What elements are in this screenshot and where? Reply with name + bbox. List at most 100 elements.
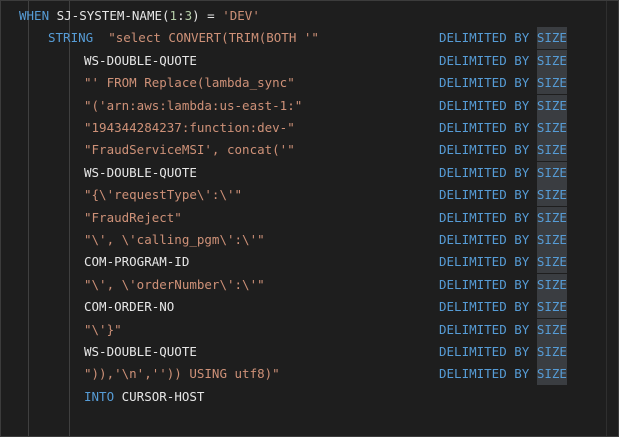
keyword-size-selected: SIZE — [536, 161, 567, 184]
code-line[interactable]: WS-DOUBLE-QUOTE DELIMITED BY SIZE — [1, 341, 618, 363]
keyword-by: BY — [514, 52, 530, 68]
code-line[interactable]: "FraudServiceMSI', concat('" DELIMITED BY… — [1, 139, 618, 162]
delimited-by-size: DELIMITED BY SIZE — [439, 273, 567, 296]
delimited-by-size: DELIMITED BY SIZE — [439, 161, 567, 184]
code-line[interactable]: "('arn:aws:lambda:us-east-1:" DELIMITED B… — [1, 94, 618, 117]
keyword-by: BY — [514, 97, 530, 113]
keyword-size-selected: SIZE — [536, 49, 567, 72]
keyword-by: BY — [514, 142, 530, 158]
code-editor[interactable]: WHEN SJ-SYSTEM-NAME(1:3) = 'DEV' STRING "… — [0, 0, 619, 437]
keyword-size-selected: SIZE — [536, 184, 567, 207]
keyword-delimited: DELIMITED — [439, 30, 507, 46]
keyword-size-selected: SIZE — [536, 27, 567, 50]
code-token: COM-ORDER-NO — [84, 299, 175, 315]
keyword-by: BY — [514, 187, 530, 203]
keyword-by: BY — [514, 120, 530, 135]
code-text: ")),'\n','')) USING utf8)" — [84, 363, 280, 385]
code-text: "('arn:aws:lambda:us-east-1:" — [84, 95, 302, 117]
keyword-by: BY — [514, 366, 530, 382]
code-token: "FraudServiceMSI', concat('" — [84, 142, 295, 158]
code-token: CURSOR-HOST — [114, 388, 205, 404]
code-line[interactable]: "' FROM Replace(lambda_sync" DELIMITED BY… — [1, 72, 618, 95]
code-line[interactable]: STRING "select CONVERT(TRIM(BOTH '" DELIM… — [1, 27, 618, 50]
code-text: "' FROM Replace(lambda_sync" — [84, 72, 295, 94]
keyword-delimited: DELIMITED — [439, 321, 507, 337]
code-text: COM-ORDER-NO — [84, 296, 174, 318]
code-token: "194344284237:function:dev-" — [84, 120, 295, 135]
code-line[interactable]: INTO CURSOR-HOST — [1, 386, 618, 408]
keyword-delimited: DELIMITED — [439, 209, 507, 225]
code-text: WS-DOUBLE-QUOTE — [84, 162, 197, 184]
keyword-by: BY — [514, 164, 530, 180]
code-token: "('arn:aws:lambda:us-east-1:" — [84, 97, 303, 113]
delimited-by-size: DELIMITED BY SIZE — [439, 49, 567, 72]
code-token: ")),'\n','')) USING utf8)" — [84, 366, 280, 382]
code-line[interactable]: WHEN SJ-SYSTEM-NAME(1:3) = 'DEV' — [1, 5, 618, 27]
code-text: WHEN SJ-SYSTEM-NAME(1:3) = 'DEV' — [19, 5, 260, 27]
code-token: WS-DOUBLE-QUOTE — [84, 164, 197, 180]
keyword-by: BY — [514, 321, 530, 337]
code-line[interactable]: "\', \'orderNumber\':\'" DELIMITED BY SIZ… — [1, 273, 618, 296]
code-token: "\', \'calling_pgm\':\'" — [84, 232, 265, 247]
code-text: "194344284237:function:dev-" — [84, 117, 295, 139]
code-token: WHEN — [19, 8, 50, 23]
code-token: WS-DOUBLE-QUOTE — [84, 52, 197, 68]
code-line[interactable]: "\'}" DELIMITED BY SIZE — [1, 318, 618, 341]
code-line[interactable]: "194344284237:function:dev-" DELIMITED BY… — [1, 117, 618, 139]
keyword-delimited: DELIMITED — [439, 187, 507, 203]
code-line[interactable]: ")),'\n','')) USING utf8)" DELIMITED BY S… — [1, 363, 618, 386]
keyword-delimited: DELIMITED — [439, 120, 507, 135]
keyword-size-selected: SIZE — [536, 251, 567, 274]
keyword-size-selected: SIZE — [536, 72, 567, 95]
code-token: ) = — [192, 8, 223, 23]
delimited-by-size: DELIMITED BY SIZE — [439, 206, 567, 229]
code-line[interactable]: "{\'requestType\':\'" DELIMITED BY SIZE — [1, 184, 618, 207]
code-token: SJ-SYSTEM-NAME( — [49, 8, 170, 23]
delimited-by-size: DELIMITED BY SIZE — [439, 27, 567, 50]
keyword-by: BY — [514, 232, 530, 247]
code-token: "select CONVERT(TRIM(BOTH '" — [93, 30, 319, 46]
delimited-by-size: DELIMITED BY SIZE — [439, 94, 567, 117]
code-token: COM-PROGRAM-ID — [84, 254, 190, 270]
delimited-by-size: DELIMITED BY SIZE — [439, 251, 567, 274]
keyword-by: BY — [514, 254, 530, 270]
code-line[interactable]: COM-PROGRAM-ID DELIMITED BY SIZE — [1, 251, 618, 274]
delimited-by-size: DELIMITED BY SIZE — [439, 117, 567, 139]
code-text: INTO CURSOR-HOST — [84, 386, 204, 408]
code-line[interactable]: "\', \'calling_pgm\':\'" DELIMITED BY SIZ… — [1, 229, 618, 251]
keyword-size-selected: SIZE — [536, 363, 567, 386]
code-text: "\', \'calling_pgm\':\'" — [84, 229, 265, 251]
code-text: WS-DOUBLE-QUOTE — [84, 341, 197, 363]
delimited-by-size: DELIMITED BY SIZE — [439, 363, 567, 386]
code-line[interactable]: WS-DOUBLE-QUOTE DELIMITED BY SIZE — [1, 161, 618, 184]
code-token: "{\'requestType\':\'" — [84, 187, 243, 203]
code-line[interactable]: "FraudReject" DELIMITED BY SIZE — [1, 206, 618, 229]
code-token: STRING — [48, 30, 94, 46]
delimited-by-size: DELIMITED BY SIZE — [439, 341, 567, 363]
keyword-size-selected: SIZE — [536, 139, 567, 162]
keyword-delimited: DELIMITED — [439, 52, 507, 68]
keyword-delimited: DELIMITED — [439, 254, 507, 270]
code-text: COM-PROGRAM-ID — [84, 251, 189, 273]
keyword-delimited: DELIMITED — [439, 299, 507, 315]
keyword-size-selected: SIZE — [536, 206, 567, 229]
code-text: STRING "select CONVERT(TRIM(BOTH '" — [48, 27, 319, 49]
keyword-size-selected: SIZE — [536, 229, 567, 251]
delimited-by-size: DELIMITED BY SIZE — [439, 184, 567, 207]
code-token: WS-DOUBLE-QUOTE — [84, 344, 197, 359]
keyword-delimited: DELIMITED — [439, 366, 507, 382]
keyword-size-selected: SIZE — [536, 94, 567, 117]
keyword-delimited: DELIMITED — [439, 344, 507, 359]
code-line[interactable]: COM-ORDER-NO DELIMITED BY SIZE — [1, 296, 618, 319]
keyword-by: BY — [514, 299, 530, 315]
code-token: 3 — [184, 8, 193, 23]
keyword-by: BY — [514, 30, 530, 46]
code-line[interactable]: WS-DOUBLE-QUOTE DELIMITED BY SIZE — [1, 49, 618, 72]
code-token: "FraudReject" — [84, 209, 182, 225]
keyword-size-selected: SIZE — [536, 117, 567, 139]
code-token: 'DEV' — [222, 8, 260, 23]
keyword-by: BY — [514, 344, 530, 359]
delimited-by-size: DELIMITED BY SIZE — [439, 318, 567, 341]
delimited-by-size: DELIMITED BY SIZE — [439, 296, 567, 319]
code-text: "\', \'orderNumber\':\'" — [84, 274, 265, 296]
